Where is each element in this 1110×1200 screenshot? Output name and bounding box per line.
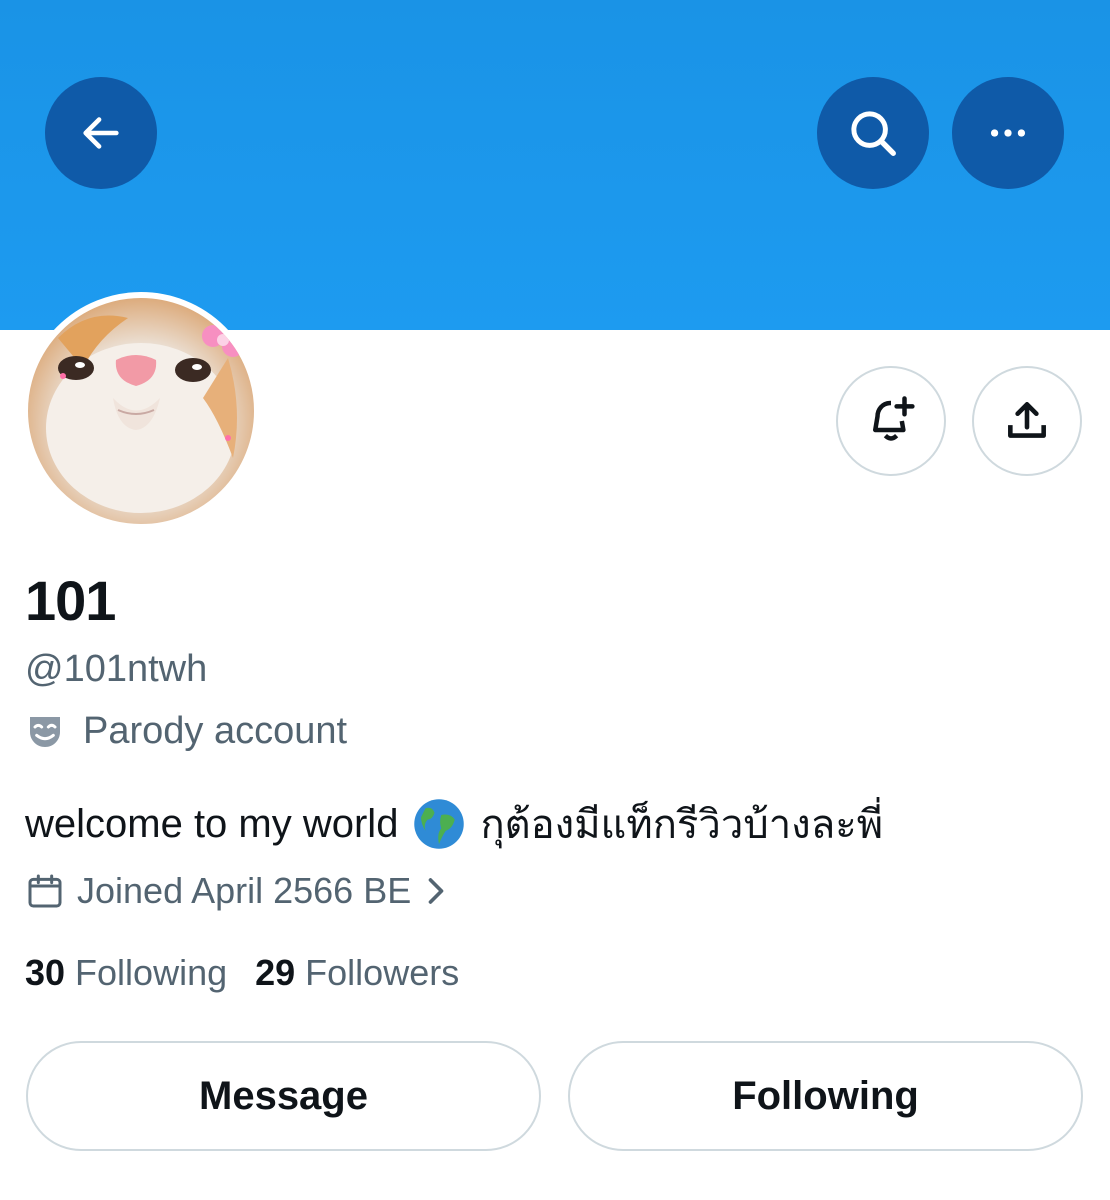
cat-avatar-image	[46, 315, 244, 513]
followers-label: Followers	[305, 952, 460, 993]
more-options-button[interactable]	[952, 77, 1064, 189]
following-count: 30	[25, 952, 66, 993]
message-button[interactable]: Message	[26, 1041, 541, 1151]
follow-counts: 30 Following 29 Followers	[25, 952, 459, 994]
username-handle: @101ntwh	[25, 648, 208, 690]
following-label: Following	[75, 952, 228, 993]
parody-text: Parody account	[83, 710, 348, 752]
back-button[interactable]	[45, 77, 157, 189]
globe-icon	[414, 799, 465, 849]
calendar-icon	[28, 874, 62, 908]
display-name: 101	[25, 569, 116, 632]
share-icon	[1008, 402, 1046, 438]
search-button[interactable]	[817, 77, 929, 189]
share-button[interactable]	[972, 366, 1082, 476]
joined-text: Joined April 2566 BE	[77, 870, 412, 911]
bell-plus-icon	[873, 396, 915, 441]
more-horizontal-icon	[990, 129, 1026, 137]
bio-text: welcome to my world	[25, 801, 399, 846]
mask-icon	[30, 716, 60, 747]
followers-count-link[interactable]: 29 Followers	[255, 952, 459, 994]
arrow-left-icon	[83, 117, 119, 149]
notifications-button[interactable]	[836, 366, 946, 476]
search-icon	[851, 111, 896, 156]
joined-date[interactable]: Joined April 2566 BE	[25, 870, 447, 912]
bio-thai-text: กุต้องมีแท็กรีวิวบ้างละพี่	[480, 803, 884, 847]
following-button[interactable]: Following	[568, 1041, 1083, 1151]
profile-banner	[0, 0, 1110, 330]
following-count-link[interactable]: 30 Following	[25, 952, 227, 994]
avatar[interactable]	[22, 292, 260, 530]
parody-label: Parody account	[25, 710, 347, 753]
bio: welcome to my world กุต้องมีแท็กรีวิวบ้า…	[25, 792, 883, 856]
chevron-right-icon	[428, 878, 444, 904]
followers-count: 29	[255, 952, 296, 993]
